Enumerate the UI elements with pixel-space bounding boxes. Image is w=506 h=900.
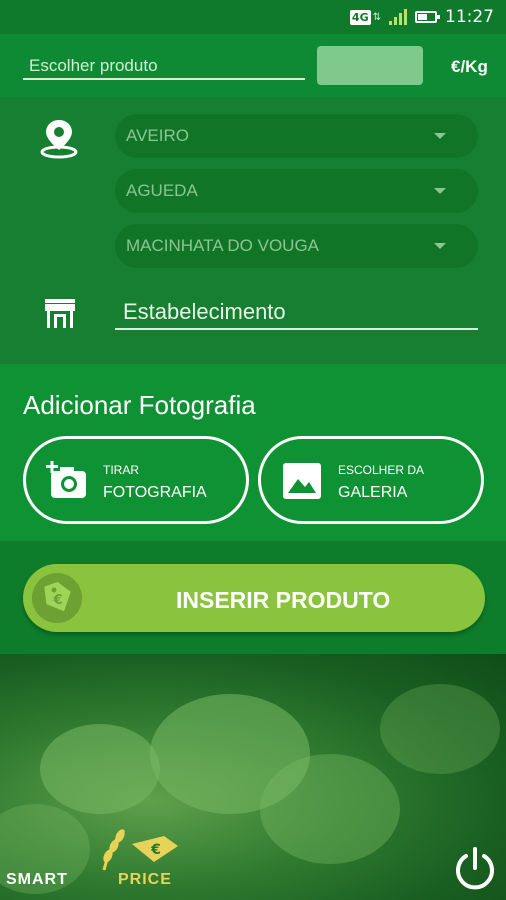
svg-text:€: €: [150, 842, 161, 858]
signal-icon: [389, 9, 407, 25]
price-input[interactable]: [317, 46, 423, 85]
chevron-down-icon: [434, 133, 446, 139]
clock: 11:27: [445, 7, 494, 27]
gallery-image-icon: [283, 463, 321, 499]
photo-section-title: Adicionar Fotografia: [23, 390, 256, 420]
power-icon[interactable]: [452, 846, 498, 892]
logo-mark-icon: €: [102, 828, 178, 871]
euro-tag-icon: €: [32, 573, 82, 623]
district-dropdown[interactable]: AVEIRO: [115, 114, 478, 158]
choose-gallery-button[interactable]: ESCOLHER DA GALERIA: [258, 436, 484, 524]
photo-section: Adicionar Fotografia TIRAR FOTOGRAFIA ES…: [0, 364, 506, 541]
svg-text:€: €: [52, 593, 62, 608]
logo-smart-text: SMART: [6, 871, 68, 888]
battery-icon: [415, 11, 440, 23]
product-header: €/Kg: [0, 34, 506, 97]
store-icon: [45, 299, 75, 328]
take-photo-button[interactable]: TIRAR FOTOGRAFIA: [23, 436, 249, 524]
location-pin-icon: [40, 120, 78, 159]
gallery-label: GALERIA: [338, 484, 408, 501]
insert-product-label: INSERIR PRODUTO: [176, 587, 391, 613]
chevron-down-icon: [434, 243, 446, 249]
price-unit-label: €/Kg: [451, 57, 488, 76]
insert-product-button[interactable]: € INSERIR PRODUTO: [23, 564, 485, 632]
district-value: AVEIRO: [126, 126, 189, 145]
gallery-small-label: ESCOLHER DA: [338, 463, 425, 477]
take-photo-label: FOTOGRAFIA: [103, 484, 207, 501]
product-input[interactable]: [23, 54, 305, 80]
take-photo-small-label: TIRAR: [103, 463, 139, 477]
add-camera-icon: [46, 461, 86, 498]
parish-dropdown[interactable]: MACINHATA DO VOUGA: [115, 224, 478, 268]
municipality-value: AGUEDA: [126, 181, 198, 200]
parish-value: MACINHATA DO VOUGA: [126, 236, 320, 255]
chevron-down-icon: [434, 188, 446, 194]
logo-price-text: PRICE: [118, 871, 172, 888]
status-bar: 4G ⇅ 11:27: [0, 0, 506, 34]
establishment-input[interactable]: [115, 296, 478, 330]
network-type: 4G: [349, 9, 371, 25]
data-arrows-icon: ⇅: [372, 11, 381, 23]
smart-price-logo: € SMART PRICE: [6, 824, 196, 894]
insert-section: € INSERIR PRODUTO: [0, 541, 506, 654]
municipality-dropdown[interactable]: AGUEDA: [115, 169, 478, 213]
